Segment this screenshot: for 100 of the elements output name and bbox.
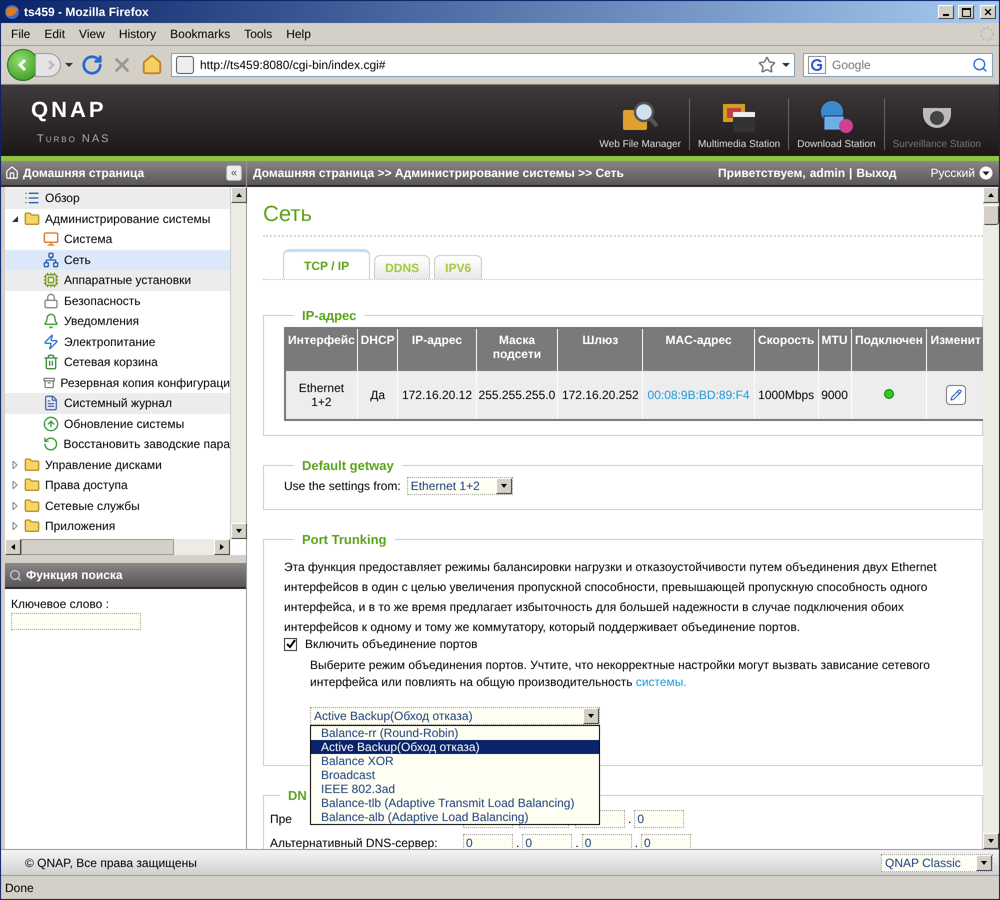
menu-item[interactable]: Bookmarks [164, 25, 236, 43]
table-cell: 1000Mbps [754, 371, 818, 420]
menu-item[interactable]: Edit [38, 25, 72, 43]
collapsed-arrow-icon[interactable] [11, 481, 19, 490]
ip-octet-field[interactable]: 0 [522, 834, 572, 849]
theme-select[interactable]: QNAP Classic [881, 854, 993, 872]
column-header: Подключен [851, 328, 927, 371]
tree-item[interactable]: Администрирование системы [45, 212, 210, 226]
tree-item[interactable]: Аппаратные установки [64, 273, 192, 288]
panel-title: Функция поиска [26, 568, 124, 582]
dropdown-option[interactable]: Balance-tlb (Adaptive Transmit Load Balancing) [311, 796, 599, 810]
bookmark-star-icon[interactable] [758, 56, 776, 74]
dropdown-option[interactable]: IEEE 802.3ad [311, 782, 599, 796]
tree-item[interactable]: Сеть [64, 252, 91, 267]
logout-link[interactable]: Выход [856, 166, 896, 180]
tree-item[interactable]: Обновление системы [64, 416, 184, 431]
down-arrow-icon [987, 837, 995, 845]
column-header: Изменит [926, 328, 983, 371]
gateway-select[interactable]: Ethernet 1+2 [406, 477, 513, 495]
tree-item[interactable]: Безопасность [64, 294, 141, 308]
history-dropdown-icon[interactable] [65, 61, 73, 69]
checkbox-label[interactable]: Включить объединение портов [305, 637, 478, 651]
up-arrow-icon [235, 191, 243, 199]
close-button[interactable] [980, 5, 996, 19]
field-label: Ключевое слово : [11, 597, 109, 611]
highlighted-tree-row[interactable]: Обзор [5, 188, 230, 208]
app-link[interactable]: Web File Manager [599, 139, 681, 150]
tree-item[interactable]: Обзор [45, 191, 80, 206]
network-icon [43, 252, 59, 268]
reload-icon[interactable] [81, 54, 103, 76]
ip-octet-field[interactable]: 0 [641, 834, 692, 849]
tree-item[interactable]: Приложения [45, 519, 116, 534]
tree-item[interactable]: Сетевые службы [45, 498, 140, 513]
dropdown-icon[interactable] [979, 166, 993, 180]
edit-button[interactable] [946, 385, 966, 405]
tree-item[interactable]: Система [64, 232, 112, 246]
page-title: Сеть [263, 201, 983, 237]
tree-item[interactable]: Сетевая корзина [64, 355, 158, 370]
tree-item[interactable]: Уведомления [64, 314, 140, 328]
table-cell: 255.255.255.0 [476, 371, 558, 420]
horizontal-scrollbar[interactable] [5, 539, 230, 555]
column-header: DHCP [357, 328, 398, 371]
maximize-button[interactable] [958, 5, 974, 19]
tree-item[interactable]: Резервная копия конфигураци [60, 376, 230, 390]
dropdown-option[interactable]: Balance-alb (Adaptive Load Balancing) [311, 810, 599, 824]
search-box[interactable]: Google [803, 53, 993, 77]
home-icon [5, 166, 19, 180]
ip-octet-field[interactable]: 0 [582, 834, 632, 849]
menu-item[interactable]: History [112, 25, 162, 43]
document-icon [43, 395, 59, 412]
highlighted-tree-row[interactable]: Системный журнал [5, 393, 230, 414]
menu-item[interactable]: Tools [238, 25, 278, 43]
highlighted-tree-row[interactable]: Аппаратные установки [5, 270, 230, 290]
tree-item[interactable]: Права доступа [45, 478, 128, 492]
section-title: Default getway [301, 458, 395, 473]
selected-tree-row[interactable]: Сеть [5, 250, 230, 270]
menu-item[interactable]: View [73, 25, 111, 43]
folder-icon [24, 518, 40, 534]
throbber-icon [979, 26, 995, 42]
checkbox[interactable] [284, 638, 297, 650]
hint-text: Выберите режим объединения портов. Учтите, что некорректные настройки могут вызвать зависание сетевого интерфейса или повлиять на общую производительность системы. [310, 657, 931, 691]
section-title: IP-адрес [301, 308, 358, 323]
menu-item[interactable]: Help [280, 25, 317, 43]
right-arrow-icon [218, 543, 226, 551]
vertical-scrollbar[interactable] [230, 187, 246, 539]
expanded-arrow-icon[interactable] [11, 214, 19, 223]
mode-select[interactable]: Active Backup(Обход отказа) [310, 707, 600, 725]
keyword-field[interactable] [11, 613, 141, 630]
collapsed-arrow-icon[interactable] [11, 522, 19, 530]
app-link[interactable]: Download Station [797, 139, 876, 150]
dropdown-option[interactable]: Balance XOR [311, 754, 599, 768]
search-icon[interactable] [972, 57, 988, 73]
language-label[interactable]: Русский [930, 166, 975, 180]
collapsed-arrow-icon[interactable] [11, 502, 19, 510]
tree-item[interactable]: Управление дисками [45, 458, 162, 472]
collapsed-arrow-icon[interactable] [11, 460, 19, 469]
section-title: DN [287, 788, 308, 803]
collapse-button[interactable]: « [226, 165, 242, 181]
ip-octet-field[interactable]: 0 [634, 810, 684, 828]
ip-octet-field[interactable]: 0 [463, 834, 513, 849]
vertical-scrollbar[interactable] [983, 187, 999, 849]
dot-separator: . [516, 836, 520, 849]
minimize-button[interactable] [938, 5, 954, 19]
app-link[interactable]: Multimedia Station [698, 139, 780, 150]
search-engine-icon[interactable] [808, 56, 826, 74]
dropdown-option[interactable]: Broadcast [311, 768, 599, 782]
dropdown-option[interactable]: Active Backup(Обход отказа) [311, 740, 599, 754]
table-cell: 00:08:9B:BD:89:F4 [642, 371, 754, 420]
url-field[interactable]: http://ts459:8080/cgi-bin/index.cgi# [171, 53, 795, 77]
table-cell: 9000 [818, 371, 852, 420]
tree-item[interactable]: Электропитание [64, 334, 156, 349]
scroll-thumb[interactable] [983, 205, 999, 225]
left-arrow-icon [9, 543, 17, 551]
dropdown-icon[interactable] [782, 61, 790, 69]
tree-item[interactable]: Системный журнал [64, 396, 172, 410]
tree-item[interactable]: Восстановить заводские пара [64, 437, 230, 452]
column-header: Шлюз [558, 328, 643, 371]
dropdown-option[interactable]: Balance-rr (Round-Robin) [311, 726, 599, 740]
maximize-icon [962, 8, 970, 16]
menu-item[interactable]: File [5, 25, 36, 43]
